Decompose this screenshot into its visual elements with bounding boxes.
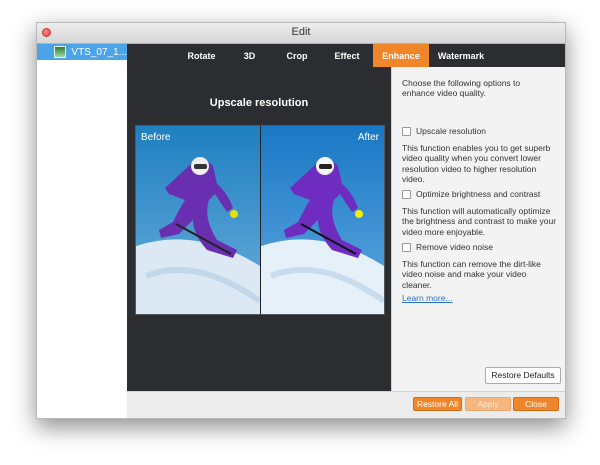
apply-button[interactable]: Apply <box>465 397 511 411</box>
tab-3d[interactable]: 3D <box>226 44 273 67</box>
title-bar: Edit <box>37 23 565 44</box>
upscale-resolution-description: This function enables you to get superb … <box>402 143 551 185</box>
optimize-brightness-option[interactable]: Optimize brightness and contrast <box>402 189 540 199</box>
close-button[interactable]: Close <box>513 397 559 411</box>
remove-noise-label: Remove video noise <box>416 242 494 252</box>
remove-noise-checkbox[interactable] <box>402 242 411 252</box>
tab-spacer <box>127 44 177 67</box>
learn-more-link[interactable]: Learn more... <box>402 293 453 303</box>
tab-crop[interactable]: Crop <box>273 44 321 67</box>
enhance-options-panel: Choose the following options to enhance … <box>391 67 565 391</box>
file-list-item[interactable]: VTS_07_1... <box>37 44 127 60</box>
before-after-comparison: Before After <box>135 125 385 315</box>
edit-window: Edit VTS_07_1... Rotate 3D Crop Effect E… <box>36 22 566 419</box>
after-label: After <box>357 132 379 143</box>
file-name: VTS_07_1... <box>71 46 127 58</box>
tab-rotate[interactable]: Rotate <box>177 44 226 67</box>
upscale-resolution-label: Upscale resolution <box>416 126 486 136</box>
edit-tabs: Rotate 3D Crop Effect Enhance Watermark <box>127 44 565 67</box>
optimize-brightness-label: Optimize brightness and contrast <box>416 189 541 199</box>
remove-noise-option[interactable]: Remove video noise <box>402 242 493 252</box>
upscale-resolution-checkbox[interactable] <box>402 126 411 136</box>
footer-bar: Restore All Apply Close <box>127 391 565 418</box>
tab-effect[interactable]: Effect <box>321 44 373 67</box>
tab-enhance[interactable]: Enhance <box>373 44 429 67</box>
window-title: Edit <box>291 26 311 38</box>
restore-all-button[interactable]: Restore All <box>413 397 462 411</box>
optimize-brightness-description: This function will automatically optimiz… <box>402 206 557 237</box>
preview-title: Upscale resolution <box>209 97 309 109</box>
optimize-brightness-checkbox[interactable] <box>402 189 411 199</box>
video-thumbnail-icon <box>54 46 67 58</box>
remove-noise-description: This function can remove the dirt-like v… <box>402 259 541 290</box>
enhance-intro: Choose the following options to enhance … <box>402 78 521 99</box>
preview-area: Upscale resolution Before After <box>127 67 391 391</box>
upscale-resolution-option[interactable]: Upscale resolution <box>402 126 486 136</box>
after-preview: After <box>260 126 384 314</box>
before-label: Before <box>141 132 171 143</box>
before-preview: Before <box>136 126 260 314</box>
skier-image-before <box>136 126 260 314</box>
skier-image-after <box>261 126 384 314</box>
file-list: VTS_07_1... <box>37 44 128 418</box>
tab-watermark[interactable]: Watermark <box>429 44 493 67</box>
restore-defaults-button[interactable]: Restore Defaults <box>485 367 561 384</box>
